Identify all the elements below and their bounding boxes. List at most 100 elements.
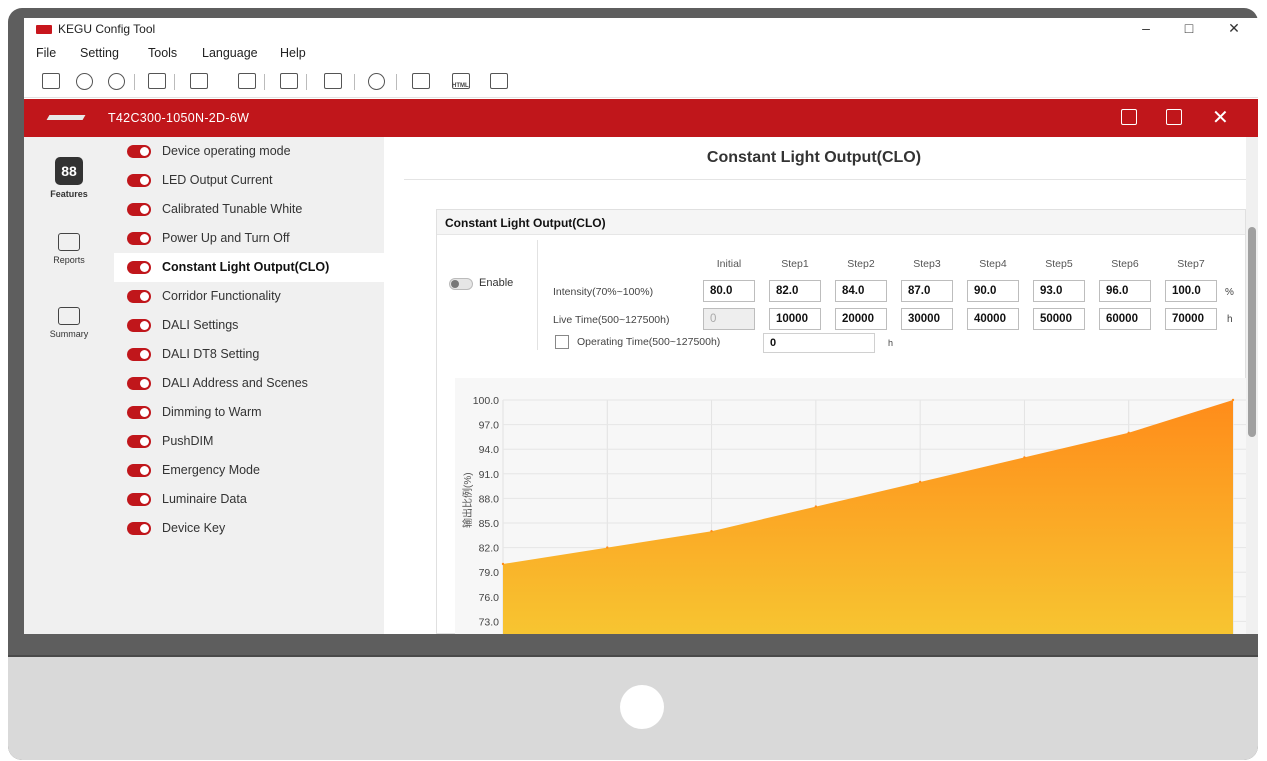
new-icon[interactable]	[76, 73, 93, 90]
feature-item[interactable]: Calibrated Tunable White	[114, 195, 384, 224]
menu-file[interactable]: File	[36, 46, 56, 60]
print-icon[interactable]	[490, 73, 508, 89]
y-tick-label: 91.0	[479, 469, 500, 481]
feature-item[interactable]: Dimming to Warm	[114, 398, 384, 427]
livetime-step4-field[interactable]: 40000	[967, 308, 1019, 330]
feature-toggle[interactable]	[127, 174, 151, 187]
column-header: Step2	[847, 258, 875, 270]
livetime-step6-field[interactable]: 60000	[1099, 308, 1151, 330]
feature-item[interactable]: Corridor Functionality	[114, 282, 384, 311]
feature-list: Device operating mode LED Output Current…	[114, 137, 384, 634]
rail-label: Features	[50, 189, 88, 199]
feature-item[interactable]: Device operating mode	[114, 137, 384, 166]
feature-toggle[interactable]	[127, 464, 151, 477]
operating-time-checkbox[interactable]	[555, 335, 569, 349]
intensity-step4-field[interactable]: 90.0	[967, 280, 1019, 302]
operating-time-field[interactable]: 0	[763, 333, 875, 353]
menu-setting[interactable]: Setting	[80, 46, 119, 60]
scroll-thumb[interactable]	[1248, 227, 1256, 437]
rail-features[interactable]: 88 Features	[24, 157, 114, 199]
column-header: Step3	[913, 258, 941, 270]
intensity-step2-field[interactable]: 84.0	[835, 280, 887, 302]
feature-item[interactable]: DALI Settings	[114, 311, 384, 340]
livetime-step1-field[interactable]: 10000	[769, 308, 821, 330]
feature-toggle[interactable]	[127, 290, 151, 303]
livetime-step7-field[interactable]: 70000	[1165, 308, 1217, 330]
feature-toggle[interactable]	[127, 203, 151, 216]
intensity-step1-field[interactable]: 82.0	[769, 280, 821, 302]
device-settings-icon[interactable]	[1166, 109, 1182, 125]
livetime-step2-field[interactable]: 20000	[835, 308, 887, 330]
write-icon[interactable]	[190, 73, 208, 89]
menu-tools[interactable]: Tools	[148, 46, 177, 60]
read-device-icon[interactable]	[148, 73, 166, 89]
feature-item[interactable]: Emergency Mode	[114, 456, 384, 485]
feature-item[interactable]: LED Output Current	[114, 166, 384, 195]
divider	[404, 179, 1249, 180]
toolbar-separator	[396, 74, 397, 90]
panel-header: Constant Light Output(CLO)	[437, 210, 1245, 235]
menu-language[interactable]: Language	[202, 46, 258, 60]
copy-icon[interactable]	[324, 73, 342, 89]
feature-toggle[interactable]	[127, 377, 151, 390]
intensity-step6-field[interactable]: 96.0	[1099, 280, 1151, 302]
feature-item[interactable]: DALI Address and Scenes	[114, 369, 384, 398]
compare-icon[interactable]	[280, 73, 298, 89]
maximize-button[interactable]: □	[1174, 20, 1204, 36]
feature-item[interactable]: DALI DT8 Setting	[114, 340, 384, 369]
y-tick-label: 76.0	[479, 592, 500, 604]
feature-toggle[interactable]	[127, 261, 151, 274]
livetime-step5-field[interactable]: 50000	[1033, 308, 1085, 330]
feature-toggle[interactable]	[127, 145, 151, 158]
data-point	[918, 480, 922, 484]
rail-summary[interactable]: Summary	[24, 307, 114, 339]
livetime-initial-field: 0	[703, 308, 755, 330]
open-folder-icon[interactable]	[42, 73, 60, 89]
toolbar-separator	[306, 74, 307, 90]
feature-toggle[interactable]	[127, 232, 151, 245]
data-point	[501, 562, 505, 566]
main-content: Constant Light Output(CLO) Constant Ligh…	[384, 137, 1258, 634]
minimize-button[interactable]: –	[1131, 20, 1161, 36]
intensity-initial-field[interactable]: 80.0	[703, 280, 755, 302]
feature-item[interactable]: Device Key	[114, 514, 384, 543]
menu-help[interactable]: Help	[280, 46, 306, 60]
y-tick-label: 94.0	[479, 444, 500, 456]
intensity-step3-field[interactable]: 87.0	[901, 280, 953, 302]
chart-icon	[58, 233, 80, 251]
panel-title: Constant Light Output(CLO)	[445, 216, 606, 230]
feature-toggle[interactable]	[127, 522, 151, 535]
data-point	[1127, 431, 1130, 434]
intensity-step7-field[interactable]: 100.0	[1165, 280, 1217, 302]
rail-reports[interactable]: Reports	[24, 233, 114, 265]
livetime-step3-field[interactable]: 30000	[901, 308, 953, 330]
feature-toggle[interactable]	[127, 406, 151, 419]
feature-item[interactable]: Luminaire Data	[114, 485, 384, 514]
add-icon[interactable]	[108, 73, 125, 90]
feature-item[interactable]: Power Up and Turn Off	[114, 224, 384, 253]
intensity-step5-field[interactable]: 93.0	[1033, 280, 1085, 302]
power-button[interactable]	[620, 685, 664, 729]
feature-label: Luminaire Data	[162, 492, 247, 506]
export-icon[interactable]	[238, 73, 256, 89]
feature-item-active[interactable]: Constant Light Output(CLO)	[114, 253, 384, 282]
refresh-icon[interactable]	[368, 73, 385, 90]
feature-toggle[interactable]	[127, 348, 151, 361]
rail-label: Summary	[49, 329, 89, 339]
report-icon[interactable]	[412, 73, 430, 89]
vertical-scrollbar[interactable]	[1246, 137, 1258, 634]
feature-item[interactable]: PushDIM	[114, 427, 384, 456]
column-header: Step4	[979, 258, 1007, 270]
data-point	[606, 546, 609, 549]
y-tick-label: 100.0	[473, 395, 499, 407]
feature-toggle[interactable]	[127, 493, 151, 506]
close-device-button[interactable]: ✕	[1212, 105, 1229, 130]
feature-toggle[interactable]	[127, 319, 151, 332]
window-title: KEGU Config Tool	[58, 22, 156, 36]
device-read-icon[interactable]	[1121, 109, 1137, 125]
feature-toggle[interactable]	[127, 435, 151, 448]
data-point	[1231, 398, 1235, 402]
close-window-button[interactable]: ✕	[1219, 20, 1249, 37]
data-point	[814, 505, 818, 508]
enable-toggle[interactable]	[449, 278, 473, 290]
